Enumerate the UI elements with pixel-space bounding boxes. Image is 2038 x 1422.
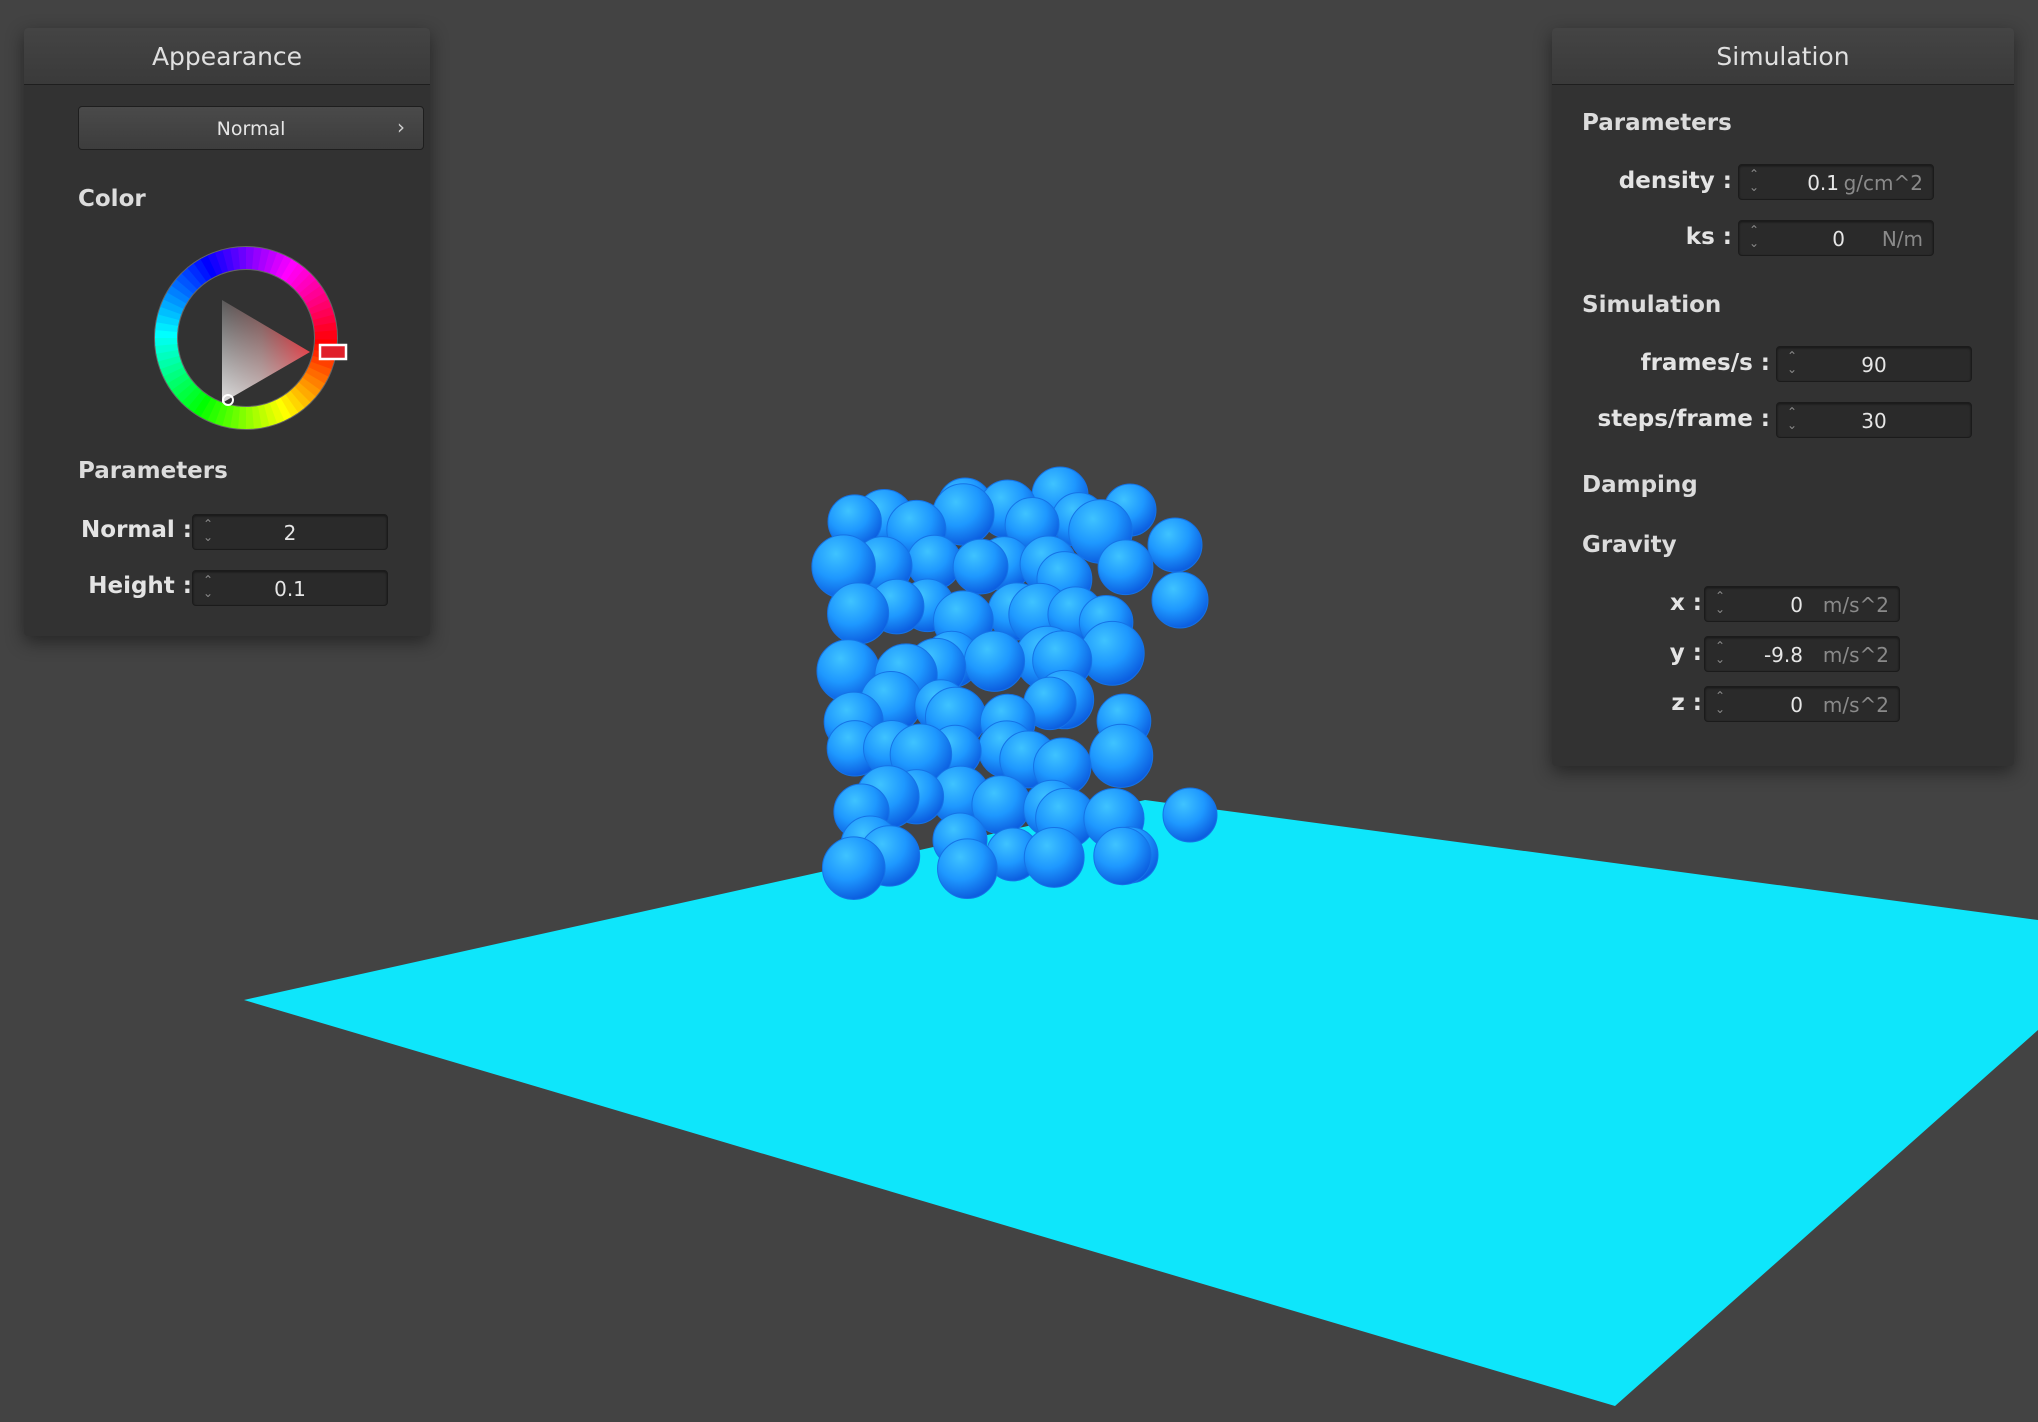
- normal-field-label: Normal :: [81, 517, 192, 543]
- steps-value: 30: [1861, 409, 1887, 433]
- particle: [963, 630, 1026, 692]
- normal-value: 2: [283, 521, 297, 545]
- ks-value: 0: [1832, 227, 1845, 251]
- gravity-z-unit: m/s^2: [1822, 693, 1889, 717]
- stepper-arrows-icon[interactable]: ⌃ ⌄: [1715, 590, 1727, 618]
- ks-stepper[interactable]: ⌃ ⌄ 0 N/m: [1738, 220, 1934, 256]
- simulation-panel: Simulation Parameters density : ⌃ ⌄ 0.1 g…: [1552, 28, 2014, 766]
- gravity-y-unit: m/s^2: [1822, 643, 1889, 667]
- gravity-z-stepper[interactable]: ⌃ ⌄ 0 m/s^2: [1704, 686, 1900, 722]
- appearance-mode-dropdown[interactable]: Normal ›: [78, 106, 424, 150]
- color-section-label: Color: [78, 186, 146, 212]
- gravity-x-value: 0: [1790, 593, 1803, 617]
- dropdown-label: Normal: [216, 118, 286, 140]
- particle: [1162, 787, 1218, 843]
- gravity-y-stepper[interactable]: ⌃ ⌄ -9.8 m/s^2: [1704, 636, 1900, 672]
- gravity-x-stepper[interactable]: ⌃ ⌄ 0 m/s^2: [1704, 586, 1900, 622]
- gravity-z-label: z :: [1671, 690, 1702, 716]
- particle: [952, 538, 1009, 595]
- density-stepper[interactable]: ⌃ ⌄ 0.1 g/cm^2: [1738, 164, 1934, 200]
- particle: [1093, 826, 1152, 886]
- particle: [1151, 571, 1209, 629]
- appearance-panel-title: Appearance: [24, 28, 430, 85]
- fps-stepper[interactable]: ⌃ ⌄ 90: [1776, 346, 1972, 382]
- color-wheel[interactable]: [136, 228, 356, 448]
- normal-stepper[interactable]: ⌃ ⌄ 2: [192, 514, 388, 550]
- gravity-y-value: -9.8: [1763, 643, 1803, 667]
- density-unit: g/cm^2: [1843, 171, 1923, 195]
- fps-value: 90: [1861, 353, 1887, 377]
- floor-plane: [244, 800, 2038, 1406]
- ks-field-label: ks :: [1685, 224, 1732, 250]
- damping-section-label[interactable]: Damping: [1582, 472, 1698, 498]
- height-field-label: Height :: [88, 573, 192, 599]
- stepper-arrows-icon[interactable]: ⌃ ⌄: [1715, 640, 1727, 668]
- density-field-label: density :: [1618, 168, 1732, 194]
- particle: [1023, 827, 1085, 888]
- hue-selector-handle[interactable]: [318, 343, 348, 361]
- particle: [827, 582, 890, 645]
- stepper-arrows-icon[interactable]: ⌃ ⌄: [1749, 168, 1761, 196]
- height-value: 0.1: [274, 577, 306, 601]
- gravity-y-label: y :: [1669, 640, 1702, 666]
- particle: [821, 836, 886, 900]
- steps-field-label: steps/frame :: [1597, 406, 1770, 432]
- stepper-arrows-icon[interactable]: ⌃ ⌄: [1715, 690, 1727, 718]
- steps-stepper[interactable]: ⌃ ⌄ 30: [1776, 402, 1972, 438]
- chevron-right-icon: ›: [397, 115, 405, 139]
- particle: [1097, 539, 1154, 596]
- appearance-parameters-label: Parameters: [78, 458, 228, 484]
- gravity-z-value: 0: [1790, 693, 1803, 717]
- particle: [937, 838, 998, 900]
- appearance-panel: Appearance Normal › Color Parameters Nor…: [24, 28, 430, 636]
- simulation-parameters-label: Parameters: [1582, 110, 1732, 136]
- ks-unit: N/m: [1881, 227, 1923, 251]
- density-value: 0.1: [1807, 171, 1839, 195]
- height-stepper[interactable]: ⌃ ⌄ 0.1: [192, 570, 388, 606]
- simulation-section-label: Simulation: [1582, 292, 1722, 318]
- gravity-section-label: Gravity: [1582, 532, 1677, 558]
- particle: [1147, 517, 1203, 573]
- gravity-x-unit: m/s^2: [1822, 593, 1889, 617]
- fps-field-label: frames/s :: [1640, 350, 1770, 376]
- gravity-x-label: x :: [1669, 590, 1702, 616]
- particle: [1089, 723, 1154, 788]
- simulation-panel-title: Simulation: [1552, 28, 2014, 85]
- stepper-arrows-icon[interactable]: ⌃ ⌄: [1749, 224, 1761, 252]
